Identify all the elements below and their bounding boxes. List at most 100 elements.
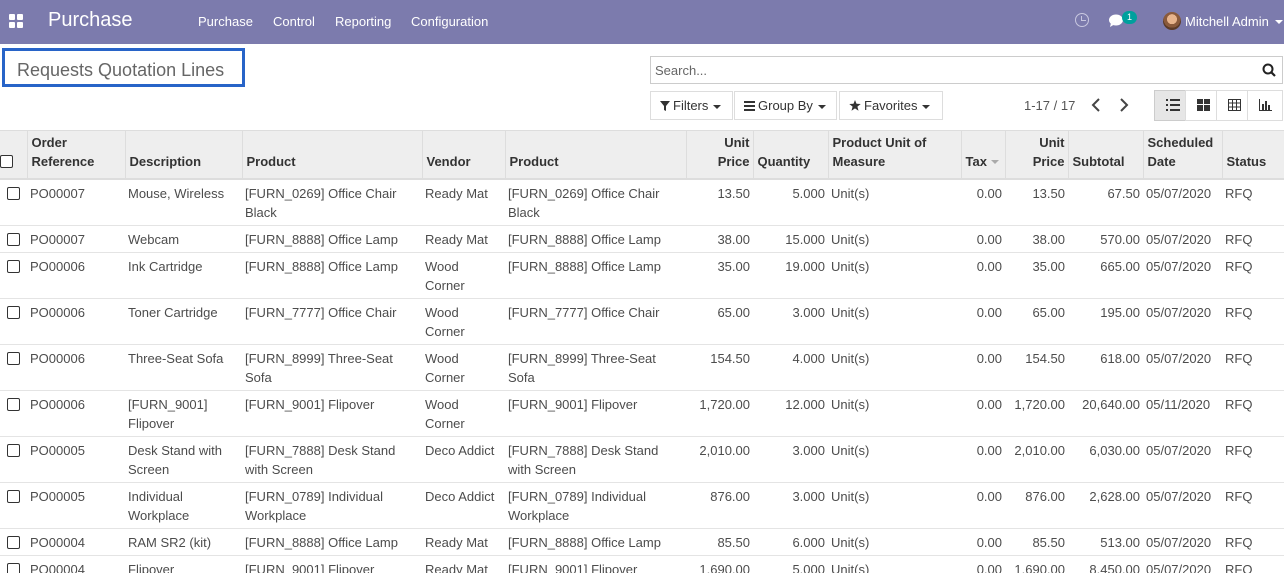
cell-scheduled-date: 05/07/2020: [1143, 343, 1222, 390]
header-quantity[interactable]: Quantity: [752, 130, 828, 180]
menu-configuration[interactable]: Configuration: [411, 14, 488, 29]
cell-quantity: 3.000: [753, 297, 828, 344]
header-uom[interactable]: Product Unit of Measure: [827, 130, 961, 180]
cell-order-reference: PO00007: [27, 178, 125, 225]
cell-scheduled-date: 05/07/2020: [1143, 435, 1222, 482]
pager-next-icon[interactable]: [1116, 97, 1130, 113]
row-checkbox[interactable]: [7, 397, 20, 411]
cell-quantity: 12.000: [753, 389, 828, 436]
cell-unit-price: 1,690.00: [686, 554, 753, 573]
cell-status: RFQ: [1222, 481, 1284, 528]
caret-down-icon: [713, 104, 722, 109]
table-row[interactable]: PO00006 [FURN_9001] Flipover [FURN_9001] F…: [0, 389, 1284, 436]
list-view-icon: [1166, 99, 1180, 111]
pager-value[interactable]: 1-17 / 17: [1024, 98, 1075, 113]
favorites-label: Favorites: [864, 98, 918, 113]
row-checkbox[interactable]: [7, 305, 20, 319]
group-by-button[interactable]: Group By: [734, 91, 837, 120]
graph-view-icon: [1259, 99, 1272, 111]
search-input[interactable]: [651, 57, 1251, 83]
apps-menu-icon[interactable]: [9, 14, 23, 28]
cell-description: RAM SR2 (kit): [125, 527, 242, 555]
cell-description: Toner Cartridge: [125, 297, 242, 344]
cell-vendor: Deco Addict: [422, 481, 505, 528]
cell-product-2: [FURN_0789] Individual Workplace: [505, 481, 686, 528]
page-title: Requests Quotation Lines: [2, 48, 245, 87]
table-row[interactable]: PO00006 Ink Cartridge [FURN_8888] Office L…: [0, 251, 1284, 298]
select-all-checkbox[interactable]: [0, 154, 13, 168]
cell-status: RFQ: [1222, 389, 1284, 436]
cell-unit-price: 2,010.00: [686, 435, 753, 482]
header-tax[interactable]: Tax: [960, 130, 1005, 180]
header-product-2[interactable]: Product: [504, 130, 686, 180]
row-select-cell: [0, 527, 27, 555]
header-unit-price[interactable]: Unit Price: [685, 130, 753, 180]
table-row[interactable]: PO00007 Webcam [FURN_8888] Office Lamp Read…: [0, 224, 1284, 252]
table-row[interactable]: PO00004 RAM SR2 (kit) [FURN_8888] Office L…: [0, 527, 1284, 555]
activity-clock-icon[interactable]: [1075, 13, 1089, 27]
cell-order-reference: PO00007: [27, 224, 125, 252]
cell-subtotal: 67.50: [1068, 178, 1143, 225]
row-checkbox[interactable]: [7, 232, 20, 246]
row-checkbox[interactable]: [7, 535, 20, 549]
header-scheduled-date[interactable]: Scheduled Date: [1142, 130, 1222, 180]
favorites-button[interactable]: Favorites: [839, 91, 943, 120]
table-row[interactable]: PO00005 Desk Stand with Screen [FURN_7888]…: [0, 435, 1284, 482]
cell-product: [FURN_8888] Office Lamp: [242, 251, 422, 298]
cell-description: Individual Workplace: [125, 481, 242, 528]
cell-tax: 0.00: [961, 389, 1005, 436]
row-select-cell: [0, 224, 27, 252]
row-select-cell: [0, 435, 27, 482]
header-subtotal[interactable]: Subtotal: [1067, 130, 1143, 180]
cell-quantity: 3.000: [753, 435, 828, 482]
row-checkbox[interactable]: [7, 443, 20, 457]
chevron-down-icon[interactable]: [1275, 20, 1283, 24]
menu-control[interactable]: Control: [273, 14, 315, 29]
row-checkbox[interactable]: [7, 186, 20, 200]
header-order-reference[interactable]: Order Reference: [26, 130, 125, 180]
cell-quantity: 6.000: [753, 527, 828, 555]
header-status[interactable]: Status: [1221, 130, 1284, 180]
cell-subtotal: 570.00: [1068, 224, 1143, 252]
table-row[interactable]: PO00005 Individual Workplace [FURN_0789] I…: [0, 481, 1284, 528]
cell-subtotal: 2,628.00: [1068, 481, 1143, 528]
cell-product: [FURN_8999] Three-Seat Sofa: [242, 343, 422, 390]
row-checkbox[interactable]: [7, 562, 20, 573]
table-row[interactable]: PO00007 Mouse, Wireless [FURN_0269] Office…: [0, 178, 1284, 225]
menu-reporting[interactable]: Reporting: [335, 14, 391, 29]
cell-order-reference: PO00004: [27, 527, 125, 555]
filters-button[interactable]: Filters: [650, 91, 733, 120]
cell-product-2: [FURN_7888] Desk Stand with Screen: [505, 435, 686, 482]
cell-status: RFQ: [1222, 435, 1284, 482]
cell-uom: Unit(s): [828, 554, 961, 573]
header-description[interactable]: Description: [124, 130, 242, 180]
table-row[interactable]: PO00006 Three-Seat Sofa [FURN_8999] Three-…: [0, 343, 1284, 390]
pager-previous-icon[interactable]: [1090, 97, 1104, 113]
cell-unit-price-2: 2,010.00: [1005, 435, 1068, 482]
table-row[interactable]: PO00006 Toner Cartridge [FURN_7777] Office…: [0, 297, 1284, 344]
cell-subtotal: 6,030.00: [1068, 435, 1143, 482]
menu-purchase[interactable]: Purchase: [198, 14, 253, 29]
row-checkbox[interactable]: [7, 351, 20, 365]
sort-caret-icon: [990, 160, 999, 165]
row-checkbox[interactable]: [7, 259, 20, 273]
row-select-cell: [0, 554, 27, 573]
cell-uom: Unit(s): [828, 297, 961, 344]
graph-view-button[interactable]: [1247, 90, 1283, 121]
avatar[interactable]: [1163, 12, 1181, 30]
cell-tax: 0.00: [961, 178, 1005, 225]
cell-quantity: 19.000: [753, 251, 828, 298]
cell-quantity: 4.000: [753, 343, 828, 390]
header-unit-price-2[interactable]: Unit Price: [1004, 130, 1068, 180]
row-select-cell: [0, 481, 27, 528]
cell-vendor: Wood Corner: [422, 389, 505, 436]
user-menu[interactable]: Mitchell Admin: [1185, 14, 1269, 29]
search-icon[interactable]: [1262, 63, 1276, 77]
row-checkbox[interactable]: [7, 489, 20, 503]
header-product[interactable]: Product: [241, 130, 422, 180]
cell-tax: 0.00: [961, 554, 1005, 573]
header-vendor[interactable]: Vendor: [421, 130, 505, 180]
table-row[interactable]: PO00004 Flipover [FURN_9001] Flipover Ready…: [0, 554, 1284, 573]
cell-unit-price-2: 1,690.00: [1005, 554, 1068, 573]
cell-status: RFQ: [1222, 251, 1284, 298]
